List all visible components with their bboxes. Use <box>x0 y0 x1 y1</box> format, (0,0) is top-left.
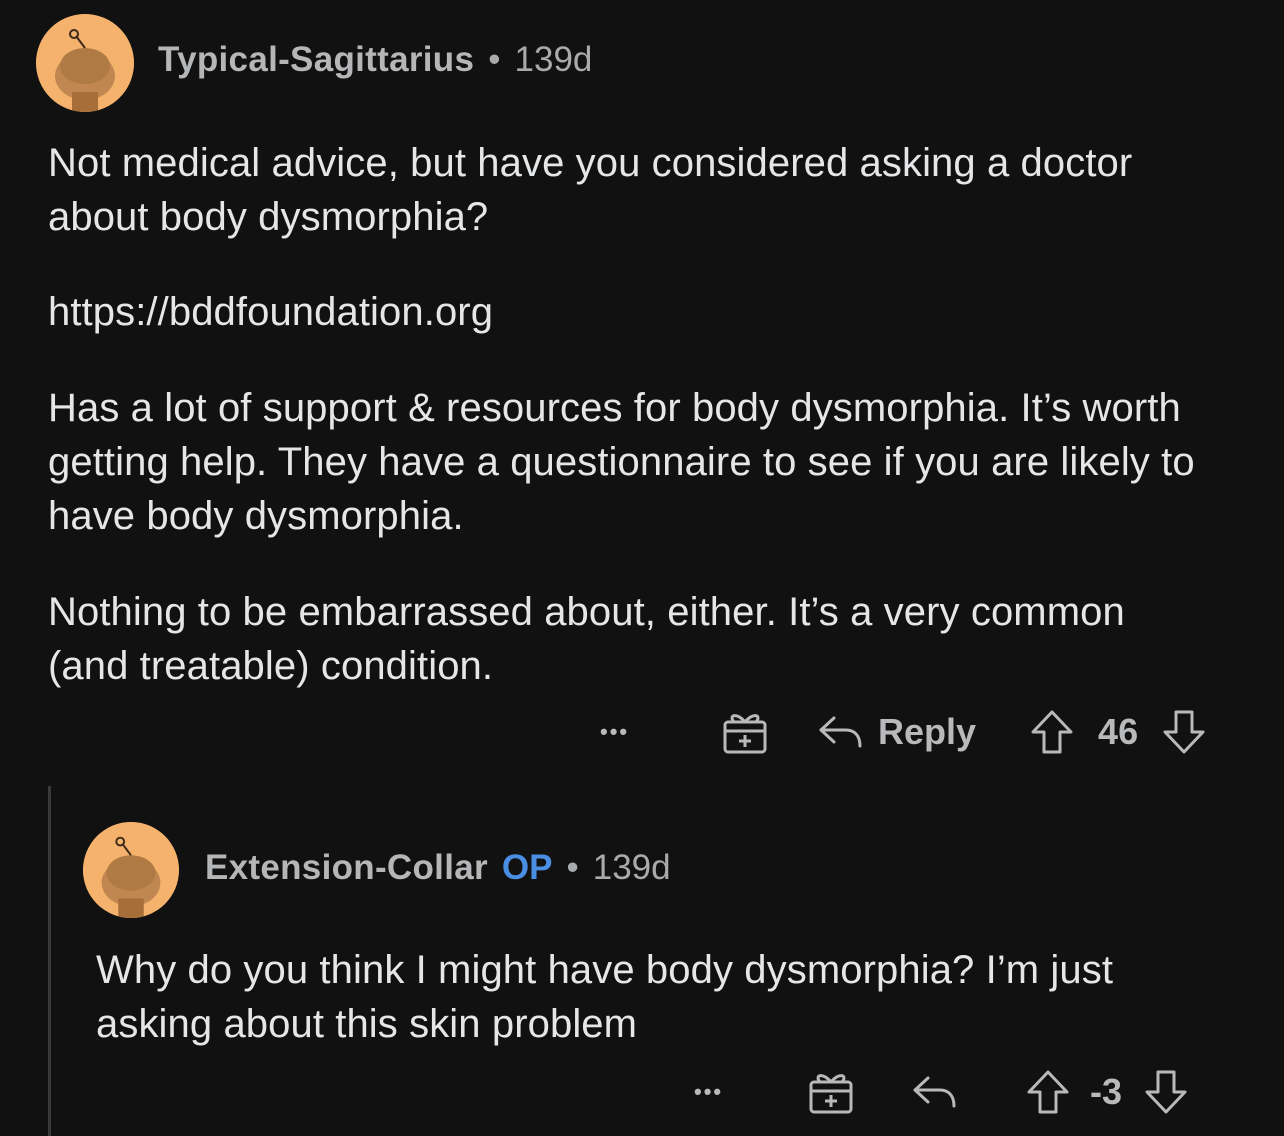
meta-separator: • <box>566 848 579 887</box>
op-badge: OP <box>501 848 553 887</box>
comment-age: 139d <box>592 848 671 887</box>
comment-paragraph: Why do you think I might have body dysmo… <box>96 948 1114 1046</box>
comment-age: 139d <box>514 40 593 79</box>
username-link[interactable]: Typical-Sagittarius <box>158 40 474 80</box>
vote-score: -3 <box>1090 1071 1123 1112</box>
upvote-icon[interactable] <box>1030 709 1074 755</box>
award-icon[interactable] <box>722 709 768 755</box>
comment-actions: ••• Reply 46 <box>600 704 1206 760</box>
avatar-snoo-icon <box>83 822 179 918</box>
more-options-button[interactable]: ••• <box>600 719 660 745</box>
thread-line[interactable] <box>48 786 51 1136</box>
comment-paragraph: Not medical advice, but have you conside… <box>48 141 1133 239</box>
avatar[interactable] <box>83 822 179 918</box>
comment-link[interactable]: https://bddfoundation.org <box>48 285 1248 339</box>
comment-body: Why do you think I might have body dysmo… <box>96 943 1196 1051</box>
avatar[interactable] <box>36 14 134 112</box>
downvote-icon[interactable] <box>1162 709 1206 755</box>
vote-score: 46 <box>1098 711 1139 752</box>
comment-meta: Typical-Sagittarius • 139d <box>158 40 592 80</box>
comment-actions: ••• -3 <box>694 1064 1188 1120</box>
downvote-icon[interactable] <box>1144 1069 1188 1115</box>
reply-icon[interactable] <box>818 714 864 750</box>
comment-body: Not medical advice, but have you conside… <box>48 136 1248 693</box>
avatar-snoo-icon <box>36 14 134 112</box>
username-link[interactable]: Extension-Collar <box>205 848 488 888</box>
award-icon[interactable] <box>808 1069 854 1115</box>
reply-button[interactable]: Reply <box>878 711 976 753</box>
reply-icon[interactable] <box>912 1074 958 1110</box>
upvote-icon[interactable] <box>1026 1069 1070 1115</box>
more-options-button[interactable]: ••• <box>694 1079 754 1105</box>
comment-paragraph: Has a lot of support & resources for bod… <box>48 386 1195 538</box>
comment-meta: Extension-Collar OP • 139d <box>205 848 671 888</box>
comment-paragraph: Nothing to be embarrassed about, either.… <box>48 590 1125 688</box>
meta-separator: • <box>488 40 501 79</box>
